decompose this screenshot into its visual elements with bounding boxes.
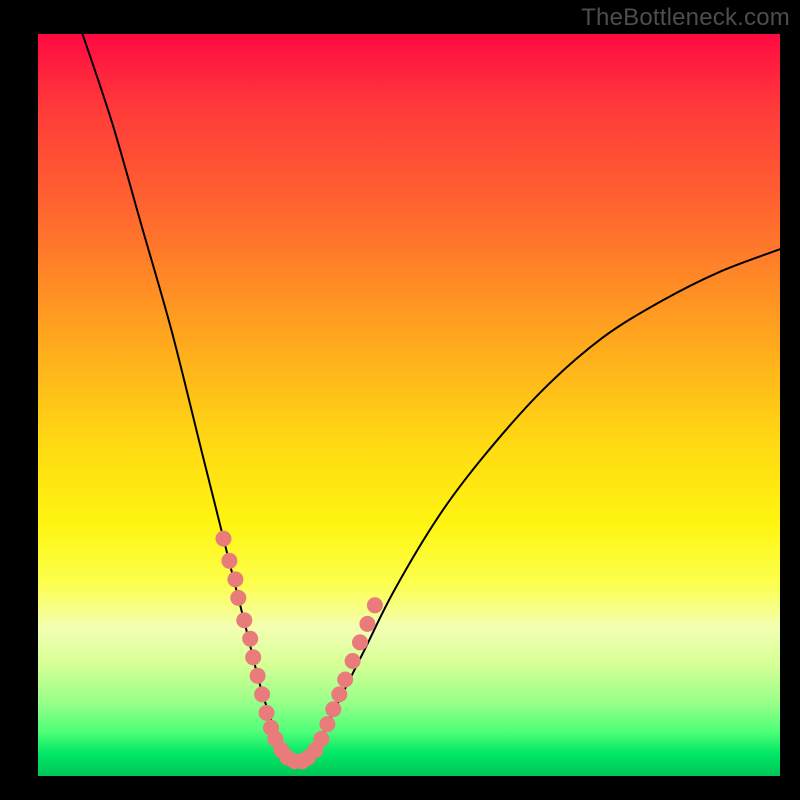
- highlight-dot: [254, 686, 270, 702]
- highlight-dot: [352, 634, 368, 650]
- plot-area: [38, 34, 780, 776]
- highlight-dot: [359, 616, 375, 632]
- highlight-dot: [221, 553, 237, 569]
- chart-frame: TheBottleneck.com: [0, 0, 800, 800]
- highlight-dot: [331, 686, 347, 702]
- highlight-dot: [319, 716, 335, 732]
- highlight-dot: [236, 612, 252, 628]
- highlight-dot: [367, 597, 383, 613]
- highlight-dot: [230, 590, 246, 606]
- highlight-dot: [325, 701, 341, 717]
- highlight-dot: [227, 571, 243, 587]
- highlight-dot: [259, 705, 275, 721]
- near-optimum-dots: [216, 531, 383, 770]
- highlight-dot: [250, 668, 266, 684]
- plot-svg: [38, 34, 780, 776]
- watermark-text: TheBottleneck.com: [581, 4, 790, 32]
- highlight-dot: [242, 631, 258, 647]
- highlight-dot: [345, 653, 361, 669]
- highlight-dot: [216, 531, 232, 547]
- highlight-dot: [337, 672, 353, 688]
- highlight-dot: [245, 649, 261, 665]
- highlight-dot: [313, 731, 329, 747]
- bottleneck-curve: [83, 34, 781, 764]
